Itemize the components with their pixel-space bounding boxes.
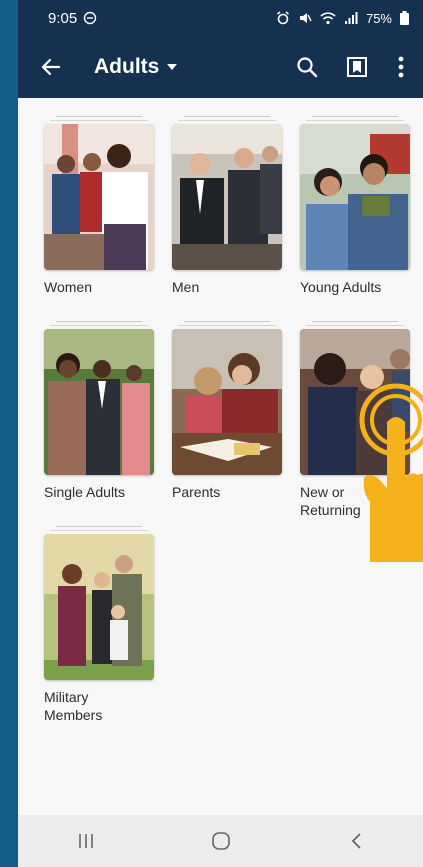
search-icon (297, 57, 318, 78)
category-label: Military Members (44, 689, 103, 723)
category-label: Single Adults (44, 484, 125, 500)
category-thumbnail (172, 329, 282, 475)
title-dropdown[interactable]: Adults (94, 55, 179, 79)
stack-line (306, 120, 404, 121)
home-icon (211, 832, 230, 850)
more-vert-icon (398, 56, 404, 78)
stack-line (184, 116, 270, 117)
stack-line (306, 325, 404, 326)
dnd-icon (84, 11, 97, 25)
recents-button[interactable] (66, 821, 106, 861)
category-thumbnail (44, 534, 154, 680)
stack-line (50, 325, 148, 326)
home-button[interactable] (201, 821, 241, 861)
category-label: Men (172, 279, 200, 295)
nav-back-icon (351, 833, 361, 849)
category-thumbnail (300, 124, 410, 270)
category-thumbnail (44, 329, 154, 475)
status-bar: 9:05 75% (18, 0, 423, 36)
page-title: Adults (94, 55, 160, 78)
wifi-icon (320, 12, 336, 25)
category-label: Women (44, 279, 92, 295)
alarm-icon (276, 11, 289, 25)
stack-line (184, 321, 270, 322)
stack-line (312, 116, 398, 117)
tap-hand-icon (359, 383, 423, 562)
stack-line (56, 116, 142, 117)
stack-line (56, 321, 142, 322)
stack-line (312, 321, 398, 322)
bookmarks-button[interactable] (337, 47, 377, 87)
category-label: Parents (172, 484, 221, 500)
category-label: Young Adults (300, 279, 382, 295)
bookmark-icon (347, 57, 367, 77)
status-time: 9:05 (48, 9, 78, 27)
app-bar: Adults (18, 36, 423, 98)
signal-icon (344, 12, 358, 24)
more-button[interactable] (389, 47, 413, 87)
search-button[interactable] (287, 47, 327, 87)
stack-line (178, 120, 276, 121)
category-thumbnail (172, 124, 282, 270)
caret-down-icon (167, 64, 178, 70)
stack-line (50, 120, 148, 121)
back-button[interactable] (36, 52, 66, 82)
battery-percent: 75% (365, 10, 392, 26)
stack-line (56, 526, 142, 527)
arrow-left-icon (41, 58, 61, 76)
system-nav-bar (18, 815, 423, 867)
battery-icon (400, 11, 409, 25)
mute-icon (299, 13, 312, 23)
stack-line (50, 530, 148, 531)
recents-icon (78, 834, 93, 848)
category-thumbnail (44, 124, 154, 270)
stack-line (178, 325, 276, 326)
nav-back-button[interactable] (336, 821, 376, 861)
